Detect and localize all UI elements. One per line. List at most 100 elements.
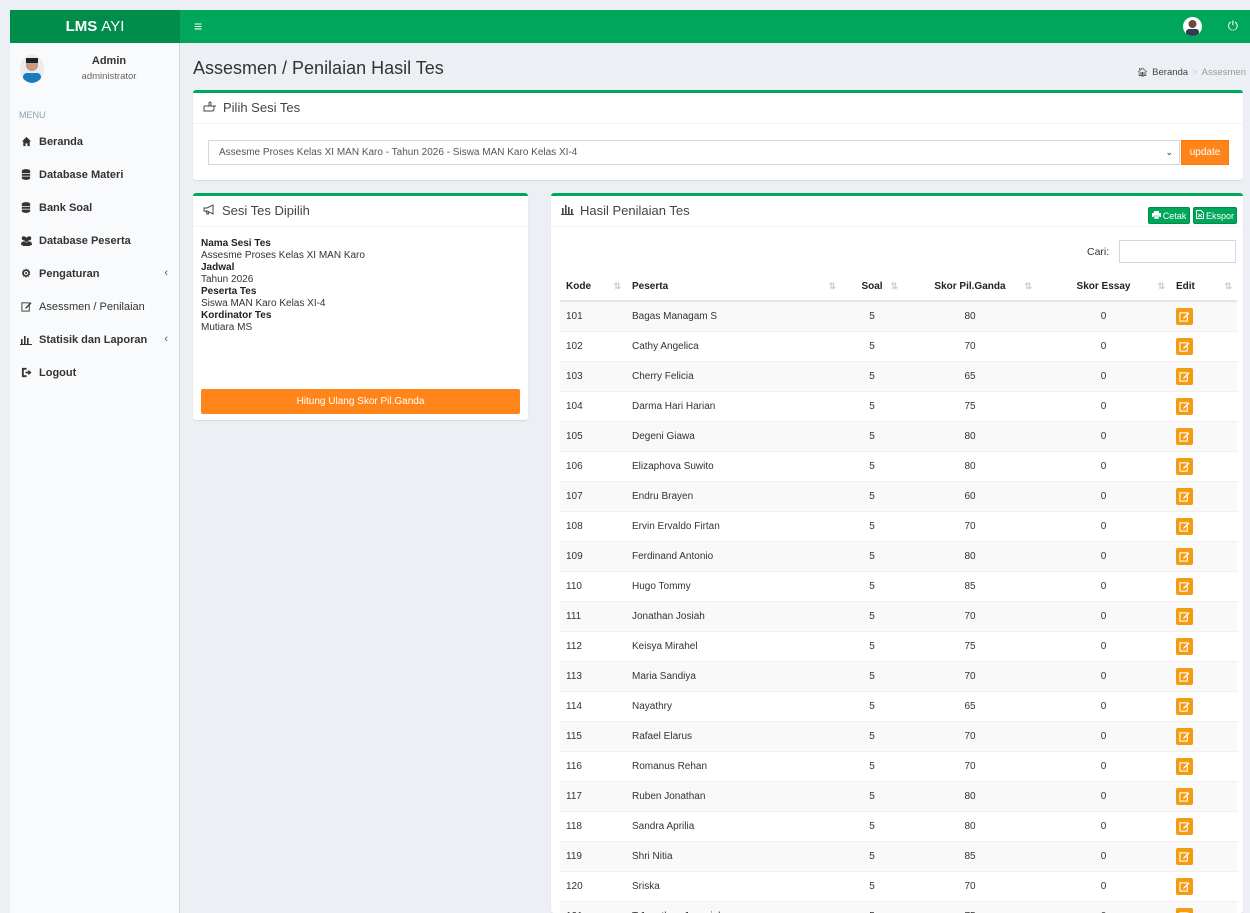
edit-icon[interactable] [1176, 547, 1193, 565]
bar-chart-icon [18, 335, 34, 345]
users-icon [18, 235, 34, 246]
edit-icon[interactable] [1176, 817, 1193, 835]
cell-skor-essay: 0 [1037, 480, 1170, 511]
cell-skor-pg: 70 [903, 600, 1037, 631]
column-header-skor-essay[interactable]: Skor Essay ⇅ [1037, 272, 1170, 302]
page-title: Assesmen / Penilaian Hasil Tes [193, 58, 444, 78]
column-header-skor-pg[interactable]: Skor Pil.Ganda ⇅ [903, 272, 1037, 302]
cell-kode: 121 [560, 900, 626, 913]
cell-peserta: Nayathry [626, 690, 841, 721]
cell-edit [1170, 810, 1237, 841]
cell-peserta: Ervin Ervaldo Firtan [626, 510, 841, 541]
table-row: 111 Jonathan Josiah 5 70 0 [560, 600, 1237, 631]
table-row: 118 Sandra Aprilia 5 80 0 [560, 810, 1237, 841]
menu-header: MENU [19, 110, 46, 120]
edit-icon[interactable] [1176, 847, 1193, 865]
edit-icon[interactable] [1176, 757, 1193, 775]
cell-skor-pg: 60 [903, 480, 1037, 511]
cell-kode: 105 [560, 420, 626, 451]
edit-icon[interactable] [1176, 907, 1193, 913]
edit-icon[interactable] [1176, 697, 1193, 715]
update-button[interactable]: update [1181, 140, 1229, 165]
user-name: Admin [91, 55, 127, 67]
column-header-soal[interactable]: Soal ⇅ [841, 272, 903, 302]
cell-skor-pg: 80 [903, 780, 1037, 811]
sidebar: Admin administrator MENU Beranda Databas… [10, 43, 180, 913]
edit-icon[interactable] [1176, 787, 1193, 805]
edit-icon[interactable] [1176, 517, 1193, 535]
cell-skor-essay: 0 [1037, 570, 1170, 601]
column-header-kode[interactable]: Kode ⇅ [560, 272, 626, 302]
sidebar-item-pengaturan[interactable]: ⚙ Pengaturan ‹ [10, 257, 180, 290]
cell-skor-pg: 70 [903, 510, 1037, 541]
edit-icon[interactable] [1176, 637, 1193, 655]
edit-icon[interactable] [1176, 427, 1193, 445]
breadcrumb-item-beranda[interactable]: Beranda [1152, 67, 1188, 78]
edit-icon[interactable] [1176, 607, 1193, 625]
box-title: Sesi Tes Dipilih [203, 203, 310, 218]
sesi-select[interactable]: Assesme Proses Kelas XI MAN Karo - Tahun… [208, 140, 1180, 165]
top-navbar: LMS AYI ≡ ⏻ [10, 10, 1250, 43]
user-avatar-icon[interactable] [1183, 17, 1202, 36]
table-row: 117 Ruben Jonathan 5 80 0 [560, 780, 1237, 811]
info-label-peserta: Peserta Tes [201, 286, 257, 297]
edit-icon[interactable] [1176, 337, 1193, 355]
cell-peserta: T.Jonathan Jeconiah [626, 900, 841, 913]
database-icon [18, 202, 34, 213]
edit-icon[interactable] [1176, 727, 1193, 745]
edit-icon[interactable] [1176, 667, 1193, 685]
cell-skor-essay: 0 [1037, 690, 1170, 721]
edit-icon[interactable] [1176, 877, 1193, 895]
sidebar-item-label: Database Peserta [39, 234, 131, 247]
sidebar-item-database-peserta[interactable]: Database Peserta [10, 224, 180, 257]
info-value-kordinator: Mutiara MS [201, 322, 253, 333]
cell-kode: 115 [560, 720, 626, 751]
cell-peserta: Ferdinand Antonio [626, 540, 841, 571]
box-title: Pilih Sesi Tes [203, 100, 300, 115]
cell-soal: 5 [841, 630, 903, 661]
edit-icon[interactable] [1176, 457, 1193, 475]
app-logo[interactable]: LMS AYI [10, 10, 180, 43]
sidebar-item-logout[interactable]: Logout [10, 356, 180, 389]
cell-edit [1170, 300, 1237, 331]
sidebar-item-database-materi[interactable]: Database Materi [10, 158, 180, 191]
hamburger-menu-icon[interactable]: ≡ [194, 18, 202, 34]
home-icon [18, 136, 34, 147]
table-row: 105 Degeni Giawa 5 80 0 [560, 420, 1237, 451]
power-icon[interactable]: ⏻ [1228, 18, 1238, 34]
sesi-info-list: Nama Sesi Tes Assesme Proses Kelas XI MA… [201, 238, 365, 334]
edit-icon[interactable] [1176, 397, 1193, 415]
logo-bold-text: LMS [65, 18, 98, 35]
sidebar-item-label: Statisik dan Laporan [39, 333, 148, 346]
sidebar-item-beranda[interactable]: Beranda [10, 125, 180, 158]
ekspor-button[interactable]: Ekspor [1193, 207, 1237, 224]
cetak-button[interactable]: Cetak [1148, 207, 1190, 224]
ekspor-label: Ekspor [1205, 210, 1234, 221]
cell-kode: 102 [560, 330, 626, 361]
edit-icon[interactable] [1176, 307, 1193, 325]
cell-kode: 118 [560, 810, 626, 841]
cell-edit [1170, 750, 1237, 781]
edit-icon[interactable] [1176, 367, 1193, 385]
search-input[interactable] [1119, 240, 1236, 263]
cell-peserta: Ruben Jonathan [626, 780, 841, 811]
cell-soal: 5 [841, 330, 903, 361]
box-title: Hasil Penilaian Tes [561, 203, 690, 218]
sidebar-item-statistik[interactable]: Statisik dan Laporan ‹ [10, 323, 180, 356]
cell-edit [1170, 420, 1237, 451]
cell-kode: 114 [560, 690, 626, 721]
sidebar-item-asessmen[interactable]: Asessmen / Penilaian [10, 290, 180, 323]
box-divider [193, 226, 528, 227]
cell-edit [1170, 780, 1237, 811]
box-divider [193, 123, 1243, 124]
sidebar-item-bank-soal[interactable]: Bank Soal [10, 191, 180, 224]
cell-peserta: Elizaphova Suwito [626, 450, 841, 481]
cell-skor-pg: 70 [903, 720, 1037, 751]
column-header-edit[interactable]: Edit ⇅ [1170, 272, 1237, 302]
column-header-peserta[interactable]: Peserta ⇅ [626, 272, 841, 302]
hitung-ulang-button[interactable]: Hitung Ulang Skor Pil.Ganda [201, 389, 520, 414]
sidebar-item-label: Logout [39, 366, 77, 379]
cell-soal: 5 [841, 540, 903, 571]
edit-icon[interactable] [1176, 577, 1193, 595]
edit-icon[interactable] [1176, 487, 1193, 505]
